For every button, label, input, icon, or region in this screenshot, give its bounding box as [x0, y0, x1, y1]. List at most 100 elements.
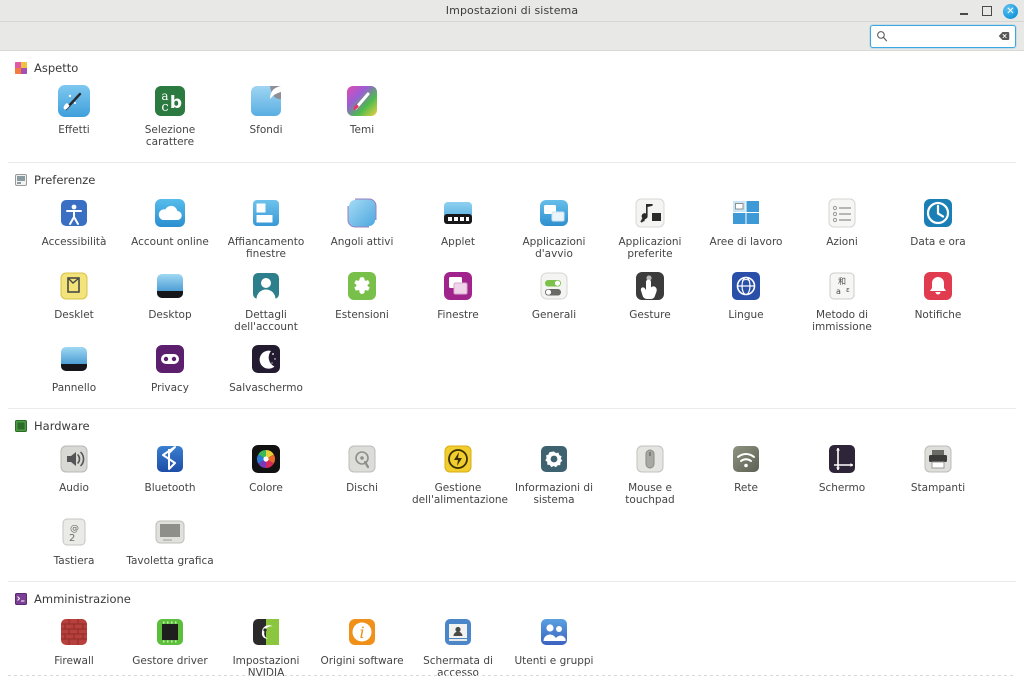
settings-item-salvaschermo[interactable]: Salvaschermo	[218, 333, 314, 394]
section-header-preferenze: Preferenze	[8, 163, 1016, 187]
settings-item-label: Schermo	[818, 482, 866, 494]
settings-item-tastiera[interactable]: @ 2 Tastiera	[26, 506, 122, 567]
panel-icon	[56, 341, 92, 377]
settings-item-sfondi[interactable]: Sfondi	[218, 75, 314, 148]
window-tiling-icon	[248, 195, 284, 231]
settings-item-account-online[interactable]: Account online	[122, 187, 218, 260]
network-icon	[728, 441, 764, 477]
settings-item-label: Azioni	[826, 236, 858, 248]
settings-item-label: Colore	[249, 482, 283, 494]
settings-item-label: Estensioni	[335, 309, 389, 321]
settings-item-stampanti[interactable]: Stampanti	[890, 433, 986, 506]
settings-item-label: Lingue	[728, 309, 764, 321]
settings-item-desktop[interactable]: Desktop	[122, 260, 218, 333]
settings-item-bluetooth[interactable]: Bluetooth	[122, 433, 218, 506]
section-preferenze: Preferenze Accessibilità Account online …	[8, 163, 1016, 409]
settings-item-label: Firewall	[54, 655, 94, 667]
settings-item-affiancamento-finestre[interactable]: Affiancamento finestre	[218, 187, 314, 260]
settings-item-privacy[interactable]: Privacy	[122, 333, 218, 394]
settings-item-estensioni[interactable]: Estensioni	[314, 260, 410, 333]
maximize-icon[interactable]	[980, 4, 994, 18]
settings-item-dischi[interactable]: Dischi	[314, 433, 410, 506]
effects-icon	[56, 83, 92, 119]
settings-item-label: Aree di lavoro	[709, 236, 783, 248]
settings-item-accessibilita[interactable]: Accessibilità	[26, 187, 122, 260]
settings-item-dettagli-dellaccount[interactable]: Dettagli dell'account	[218, 260, 314, 333]
section-aspetto: Aspetto Effetti a c b Selezione caratter…	[8, 51, 1016, 163]
settings-item-pannello[interactable]: Pannello	[26, 333, 122, 394]
settings-item-audio[interactable]: Audio	[26, 433, 122, 506]
settings-item-gestore-driver[interactable]: Gestore driver	[122, 606, 218, 679]
settings-item-temi[interactable]: Temi	[314, 75, 410, 148]
account-details-icon	[248, 268, 284, 304]
settings-item-label: Audio	[59, 482, 89, 494]
close-icon[interactable]: ✕	[1003, 3, 1018, 19]
clear-icon[interactable]	[998, 30, 1010, 42]
settings-item-schermo[interactable]: Schermo	[794, 433, 890, 506]
settings-item-lingue[interactable]: Lingue	[698, 260, 794, 333]
settings-item-label: Selezione carattere	[144, 124, 196, 148]
settings-item-label: Stampanti	[910, 482, 966, 494]
disks-icon	[344, 441, 380, 477]
actions-icon	[824, 195, 860, 231]
search-input[interactable]	[892, 29, 994, 43]
search-bar	[0, 22, 1024, 51]
preferences-icon	[15, 173, 27, 186]
date-time-icon	[920, 195, 956, 231]
settings-item-impostazioni-nvidia[interactable]: Impostazioni NVIDIA	[218, 606, 314, 679]
nvidia-settings-icon	[248, 614, 284, 650]
settings-item-applicazioni-davvio[interactable]: Applicazioni d'avvio	[506, 187, 602, 260]
settings-item-finestre[interactable]: Finestre	[410, 260, 506, 333]
search-box[interactable]	[870, 24, 1016, 48]
settings-item-rete[interactable]: Rete	[698, 433, 794, 506]
gestures-icon	[632, 268, 668, 304]
settings-item-informazioni-di-sistema[interactable]: Informazioni di sistema	[506, 433, 602, 506]
settings-item-label: Accessibilità	[41, 236, 107, 248]
settings-item-label: Angoli attivi	[330, 236, 394, 248]
settings-item-effetti[interactable]: Effetti	[26, 75, 122, 148]
software-sources-icon: i	[344, 614, 380, 650]
workspaces-icon	[728, 195, 764, 231]
settings-item-applet[interactable]: Applet	[410, 187, 506, 260]
settings-item-label: Tavoletta grafica	[126, 555, 214, 567]
graphics-tablet-icon	[152, 514, 188, 550]
settings-item-angoli-attivi[interactable]: Angoli attivi	[314, 187, 410, 260]
settings-item-label: Effetti	[58, 124, 90, 136]
section-grid-hardware: Audio Bluetooth Colore Dischi Gestione d…	[8, 433, 1016, 567]
settings-item-tavoletta-grafica[interactable]: Tavoletta grafica	[122, 506, 218, 567]
section-hardware: Hardware Audio Bluetooth Colore Dischi G…	[8, 409, 1016, 582]
settings-item-generali[interactable]: Generali	[506, 260, 602, 333]
settings-item-label: Finestre	[437, 309, 479, 321]
settings-item-label: Bluetooth	[144, 482, 196, 494]
settings-item-origini-software[interactable]: i Origini software	[314, 606, 410, 679]
settings-item-label: Applet	[440, 236, 475, 248]
settings-item-firewall[interactable]: Firewall	[26, 606, 122, 679]
minimize-icon[interactable]	[957, 4, 971, 18]
settings-item-colore[interactable]: Colore	[218, 433, 314, 506]
driver-manager-icon	[152, 614, 188, 650]
settings-item-gestione-dellalimentazione[interactable]: Gestione dell'alimentazione	[410, 433, 508, 506]
settings-item-utenti-e-gruppi[interactable]: Utenti e gruppi	[506, 606, 602, 679]
settings-item-label: Desktop	[148, 309, 192, 321]
settings-item-applicazioni-preferite[interactable]: Applicazioni preferite	[602, 187, 698, 260]
languages-icon	[728, 268, 764, 304]
settings-item-aree-di-lavoro[interactable]: Aree di lavoro	[698, 187, 794, 260]
settings-item-desklet[interactable]: Desklet	[26, 260, 122, 333]
section-title: Amministrazione	[34, 591, 131, 606]
desklet-icon	[56, 268, 92, 304]
settings-item-data-e-ora[interactable]: Data e ora	[890, 187, 986, 260]
settings-item-notifiche[interactable]: Notifiche	[890, 260, 986, 333]
settings-item-label: Sfondi	[249, 124, 283, 136]
settings-item-selezione-carattere[interactable]: a c b Selezione carattere	[122, 75, 218, 148]
settings-item-metodo-di-immissione[interactable]: 和 a ε Metodo di immissione	[794, 260, 890, 333]
desktop-icon	[152, 268, 188, 304]
color-icon	[248, 441, 284, 477]
settings-item-gesture[interactable]: Gesture	[602, 260, 698, 333]
appearance-icon	[15, 61, 27, 74]
settings-item-azioni[interactable]: Azioni	[794, 187, 890, 260]
administration-icon	[15, 592, 27, 605]
hot-corners-icon	[344, 195, 380, 231]
window-title: Impostazioni di sistema	[445, 4, 579, 17]
settings-item-mouse-e-touchpad[interactable]: Mouse e touchpad	[602, 433, 698, 506]
settings-item-schermata-di-accesso[interactable]: Schermata di accesso	[410, 606, 506, 679]
